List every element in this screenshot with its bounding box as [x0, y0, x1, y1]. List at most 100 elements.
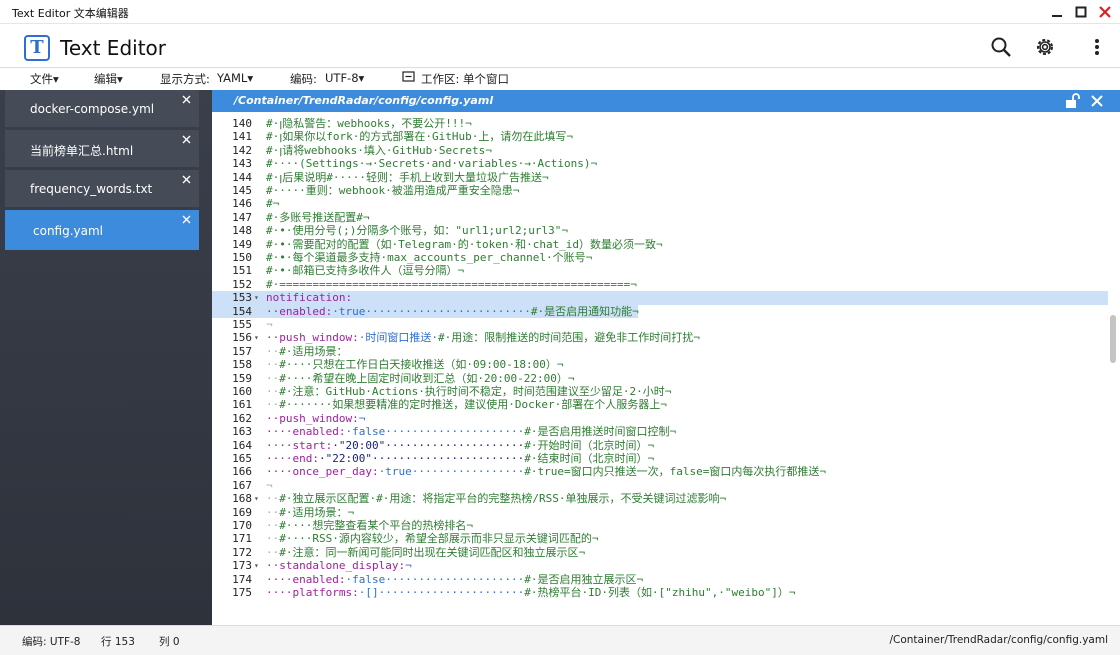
code-line[interactable]: 144 #·ꞁ后果说明#·····轻则：手机上收到大量垃圾广告推送¬ [212, 171, 1108, 184]
editor-pane: /Container/TrendRadar/config/config.yaml… [212, 90, 1120, 625]
close-icon[interactable] [1089, 93, 1105, 109]
line-number: 164 [232, 438, 252, 452]
code-line[interactable]: 166 ····once_per_day:·true···············… [212, 465, 1108, 478]
menu-edit[interactable]: 编辑▾ [94, 71, 123, 87]
code-line[interactable]: 150 #·•·每个渠道最多支持·max_accounts_per_channel… [212, 251, 1108, 264]
code-line[interactable]: 147 #·多账号推送配置#¬ [212, 211, 1108, 224]
code-line[interactable]: 148 #·•·使用分号(;)分隔多个账号，如："url1;url2;url3"¬ [212, 224, 1108, 237]
display-mode-select[interactable]: YAML▾ [217, 71, 253, 85]
code-line[interactable]: 164 ····start:·"20:00"···················… [212, 439, 1108, 452]
code-line[interactable]: 141 #·ꞁ如果你以fork·的方式部署在·GitHub·上，请勿在此填写¬ [212, 130, 1108, 143]
code-line[interactable]: 149 #·•·需要配对的配置（如·Telegram·的·token·和·chat… [212, 238, 1108, 251]
line-number: 175 [232, 586, 252, 599]
search-icon[interactable] [990, 36, 1012, 58]
code-line[interactable]: 154 ··enabled:·true······················… [212, 304, 1108, 318]
code-text: ····platforms:·[]······················#… [266, 586, 796, 599]
encoding-label: 编码: [290, 72, 317, 86]
code-text: #·•·每个渠道最多支持·max_accounts_per_channel·个账… [266, 251, 593, 264]
line-number: 143 [232, 157, 252, 171]
code-line[interactable]: 151 #·•·邮箱已支持多收件人（逗号分隔）¬ [212, 264, 1108, 277]
code-line[interactable]: 143 #····(Settings·→·Secrets·and·variable… [212, 157, 1108, 170]
code-line[interactable]: 160 ··#·注意：GitHub·Actions·执行时间不稳定，时间范围建议至… [212, 385, 1108, 398]
code-line[interactable]: 167 ¬ [212, 479, 1108, 492]
code-line[interactable]: 140 #·ꞁ隐私警告：webhooks，不要公开!!!¬ [212, 117, 1108, 130]
code-line[interactable]: 165 ····end:·"22:00"·····················… [212, 452, 1108, 465]
file-tab-label: config.yaml [33, 224, 104, 238]
code-line[interactable]: 146 #¬ [212, 197, 1108, 210]
menu-file[interactable]: 文件▾ [30, 71, 59, 87]
close-icon[interactable] [179, 172, 193, 186]
line-number: 145 [232, 184, 252, 197]
code-line[interactable]: 162 ··push_window:¬ [212, 412, 1108, 425]
code-line[interactable]: 169 ··#·适用场景：¬ [212, 506, 1108, 519]
close-icon[interactable] [179, 132, 193, 146]
file-tab-active[interactable]: config.yaml [5, 210, 199, 250]
code-text: #·ꞁ隐私警告：webhooks，不要公开!!!¬ [266, 117, 472, 130]
line-number: 167 [232, 478, 252, 492]
code-line[interactable]: 168 ▾ ··#·独立展示区配置·#·用途：将指定平台的完整热榜/RSS·单独展示… [212, 492, 1108, 505]
status-row: 行 153 [101, 636, 135, 648]
code-text: #·======================================… [266, 277, 637, 291]
file-tab[interactable]: docker-compose.yml [5, 90, 199, 127]
code-line[interactable]: 175 ····platforms:·[]····················… [212, 586, 1108, 599]
gear-icon[interactable] [1034, 36, 1056, 58]
code-line[interactable]: 158 ··#····只想在工作日白天接收推送（如·09:00-18:00）¬ [212, 358, 1108, 371]
code-area[interactable]: 140 #·ꞁ隐私警告：webhooks，不要公开!!!¬ 141 #·ꞁ如果你以fo… [212, 117, 1108, 625]
code-text: #¬ [266, 197, 280, 211]
code-line[interactable]: 159 ··#····希望在晚上固定时间收到汇总（如·20:00-22:00）¬ [212, 372, 1108, 385]
line-number: 171 [232, 532, 252, 546]
vertical-scrollbar[interactable] [1110, 315, 1116, 363]
fold-toggle-icon[interactable]: ▾ [254, 559, 259, 572]
fold-toggle-icon[interactable]: ▾ [254, 331, 259, 344]
line-number: 140 [232, 117, 252, 130]
close-icon[interactable] [179, 92, 193, 106]
close-icon[interactable] [179, 212, 193, 226]
code-text: ··#·······如果想要精准的定时推送，建议使用·Docker·部署在个人服… [266, 398, 667, 412]
line-number: 173 [232, 559, 252, 573]
menu-bar: 文件▾ 编辑▾ 显示方式: YAML▾ 编码: UTF-8▾ 工作区: 单个窗口 [0, 68, 1120, 90]
close-window-button[interactable] [1096, 3, 1114, 21]
minimize-button[interactable] [1048, 3, 1066, 21]
code-line[interactable]: 170 ··#····想完整查看某个平台的热榜排名¬ [212, 519, 1108, 532]
code-text: ··enabled:·true·························… [266, 304, 639, 318]
code-line[interactable]: 156 ▾ ··push_window:·时间窗口推送·#·用途：限制推送的时间范围… [212, 331, 1108, 344]
line-number: 153 [232, 291, 252, 305]
code-line[interactable]: 157 ··#·适用场景： [212, 345, 1108, 358]
line-number: 151 [232, 264, 252, 278]
code-text: ··#·注意：GitHub·Actions·执行时间不稳定，时间范围建议至少留足… [266, 385, 672, 398]
code-line[interactable]: 173 ▾ ··standalone_display:¬ [212, 559, 1108, 572]
code-text: #····(Settings·→·Secrets·and·variables·→… [266, 157, 598, 171]
encoding-select[interactable]: UTF-8▾ [325, 71, 364, 85]
line-number: 160 [232, 385, 252, 398]
line-number: 156 [232, 331, 252, 345]
status-bar: 编码: UTF-8 行 153 列 0 /Container/TrendRada… [0, 625, 1120, 655]
code-line[interactable]: 174 ····enabled:·false···················… [212, 573, 1108, 586]
line-number: 172 [232, 545, 252, 559]
file-tab[interactable]: 当前榜单汇总.html [5, 130, 199, 167]
code-line[interactable]: 172 ··#·注意：同一新闻可能同时出现在关键词匹配区和独立展示区¬ [212, 546, 1108, 559]
maximize-button[interactable] [1072, 3, 1090, 21]
line-number: 169 [232, 505, 252, 519]
fold-toggle-icon[interactable]: ▾ [254, 492, 259, 505]
code-line[interactable]: 163 ····enabled:·false···················… [212, 425, 1108, 438]
code-line[interactable]: 142 #·ꞁ请将webhooks·填入·GitHub·Secrets¬ [212, 144, 1108, 157]
workspace-select[interactable]: 工作区: 单个窗口 [421, 71, 509, 87]
file-tab[interactable]: frequency_words.txt [5, 170, 199, 207]
code-line[interactable]: 155 ¬ [212, 318, 1108, 331]
code-text: ··#····RSS·源内容较少，希望全部展示而非只显示关键词匹配的¬ [266, 532, 599, 546]
unlock-icon[interactable] [1064, 93, 1080, 109]
line-number: 170 [232, 519, 252, 532]
line-number: 155 [232, 318, 252, 331]
code-text: notification: [266, 291, 353, 305]
code-line[interactable]: 145 #·····重则：webhook·被滥用造成严重安全隐患¬ [212, 184, 1108, 197]
line-number: 147 [232, 210, 252, 224]
code-line[interactable]: 171 ··#····RSS·源内容较少，希望全部展示而非只显示关键词匹配的¬ [212, 532, 1108, 545]
line-number: 150 [232, 251, 252, 264]
line-number: 158 [232, 358, 252, 372]
code-line[interactable]: 152 #·===================================… [212, 278, 1108, 291]
more-vertical-icon[interactable] [1086, 36, 1108, 58]
code-line[interactable]: 153 ▾ notification: [212, 291, 1108, 305]
app-title: Text Editor [60, 36, 166, 60]
code-line[interactable]: 161 ··#·······如果想要精准的定时推送，建议使用·Docker·部署在… [212, 398, 1108, 411]
fold-toggle-icon[interactable]: ▾ [254, 291, 259, 304]
